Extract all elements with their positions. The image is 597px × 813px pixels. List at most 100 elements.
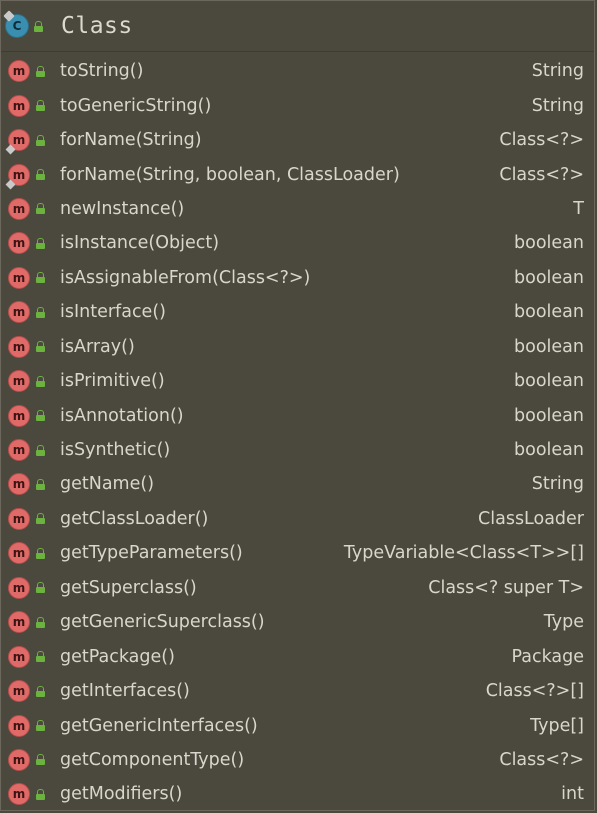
return-type: Class<?>: [499, 130, 584, 151]
method-row[interactable]: m isArray() boolean: [1, 330, 594, 364]
return-type: int: [561, 784, 584, 805]
method-icon: m: [8, 301, 30, 324]
method-row[interactable]: m getComponentType() Class<?>: [1, 743, 594, 777]
method-name: forName(String, boolean, ClassLoader): [60, 164, 400, 185]
method-row[interactable]: m getGenericSuperclass() Type: [1, 605, 594, 639]
method-name: isInstance(Object): [60, 233, 220, 254]
public-lock-icon: [36, 375, 45, 387]
method-icon: m: [8, 576, 30, 599]
method-icon: m: [8, 335, 30, 358]
method-name: getPackage(): [60, 646, 175, 667]
method-icon: m: [8, 507, 30, 530]
public-lock-icon: [36, 444, 45, 456]
method-icon-wrap: m: [8, 370, 30, 393]
public-lock-icon: [36, 788, 45, 800]
return-type: boolean: [514, 233, 584, 254]
method-row[interactable]: m getName() String: [1, 467, 594, 501]
method-name: getTypeParameters(): [60, 543, 243, 564]
public-lock-icon: [36, 720, 45, 732]
method-row[interactable]: m getGenericInterfaces() Type[]: [1, 708, 594, 742]
return-type: String: [531, 474, 584, 495]
method-row[interactable]: m forName(String) Class<?>: [1, 123, 594, 157]
return-type: Class<? super T>: [428, 577, 584, 598]
method-icon: m: [8, 542, 30, 565]
method-row[interactable]: m toGenericString() String: [1, 88, 594, 122]
method-icon-wrap: m: [8, 60, 30, 83]
method-name: isArray(): [60, 336, 135, 357]
method-row[interactable]: m getSuperclass() Class<? super T>: [1, 571, 594, 605]
method-icon-wrap: m: [8, 611, 30, 634]
method-name: isInterface(): [60, 302, 166, 323]
public-lock-icon: [36, 203, 45, 215]
method-icon: m: [8, 645, 30, 668]
method-row[interactable]: m newInstance() T: [1, 192, 594, 226]
public-lock-icon: [36, 410, 45, 422]
method-row[interactable]: m toString() String: [1, 54, 594, 88]
method-row[interactable]: m isInstance(Object) boolean: [1, 226, 594, 260]
method-row[interactable]: m isPrimitive() boolean: [1, 364, 594, 398]
method-row[interactable]: m forName(String, boolean, ClassLoader) Cl…: [1, 157, 594, 191]
method-row[interactable]: m getModifiers() int: [1, 777, 594, 811]
method-icon-wrap: m: [8, 404, 30, 427]
public-lock-icon: [36, 582, 45, 594]
method-name: getInterfaces(): [60, 681, 190, 702]
method-row[interactable]: m getPackage() Package: [1, 639, 594, 673]
return-type: boolean: [514, 267, 584, 288]
method-icon: m: [8, 197, 30, 220]
return-type: T: [573, 198, 584, 219]
method-row[interactable]: m getInterfaces() Class<?>[]: [1, 674, 594, 708]
method-name: getName(): [60, 474, 155, 495]
return-type: Class<?>[]: [485, 681, 584, 702]
method-name: getGenericInterfaces(): [60, 715, 258, 736]
method-icon-wrap: m: [8, 94, 30, 117]
method-icon: m: [8, 714, 30, 737]
return-type: String: [531, 95, 584, 116]
method-icon-wrap: m: [8, 714, 30, 737]
return-type: boolean: [514, 440, 584, 461]
public-lock-icon: [36, 685, 45, 697]
method-icon-wrap: m: [8, 301, 30, 324]
public-lock-icon: [36, 134, 45, 146]
method-name: getModifiers(): [60, 784, 183, 805]
class-header[interactable]: C Class: [1, 1, 594, 52]
return-type: TypeVariable<Class<T>>[]: [343, 543, 584, 564]
method-icon-wrap: m: [8, 576, 30, 599]
public-lock-icon: [36, 272, 45, 284]
method-name: newInstance(): [60, 198, 185, 219]
public-lock-icon: [36, 651, 45, 663]
method-name: getGenericSuperclass(): [60, 612, 265, 633]
method-row[interactable]: m isSynthetic() boolean: [1, 433, 594, 467]
method-name: isSynthetic(): [60, 440, 171, 461]
public-lock-icon: [36, 754, 45, 766]
method-icon-wrap: m: [8, 542, 30, 565]
method-name: getClassLoader(): [60, 508, 209, 529]
method-icon-wrap: m: [8, 197, 30, 220]
method-icon: m: [8, 232, 30, 255]
method-icon: m: [8, 748, 30, 771]
method-row[interactable]: m getTypeParameters() TypeVariable<Class<T…: [1, 536, 594, 570]
method-icon-wrap: m: [8, 783, 30, 806]
method-row[interactable]: m getClassLoader() ClassLoader: [1, 502, 594, 536]
method-name: forName(String): [60, 130, 202, 151]
public-lock-icon: [36, 100, 45, 112]
public-lock-icon: [36, 513, 45, 525]
method-icon-wrap: m: [5, 129, 30, 155]
return-type: boolean: [514, 336, 584, 357]
method-icon-wrap: m: [5, 163, 30, 189]
method-icon-wrap: m: [8, 507, 30, 530]
method-icon: m: [8, 60, 30, 83]
return-type: Class<?>: [499, 749, 584, 770]
class-icon-wrap: C: [3, 10, 29, 38]
public-lock-icon: [36, 341, 45, 353]
return-type: String: [531, 61, 584, 82]
method-name: getSuperclass(): [60, 577, 197, 598]
method-row[interactable]: m isAnnotation() boolean: [1, 398, 594, 432]
method-row[interactable]: m isAssignableFrom(Class<?>) boolean: [1, 261, 594, 295]
method-icon-wrap: m: [8, 266, 30, 289]
method-row[interactable]: m isInterface() boolean: [1, 295, 594, 329]
return-type: Type[]: [530, 715, 584, 736]
public-lock-icon: [36, 65, 45, 77]
class-title: Class: [61, 13, 133, 39]
method-icon: m: [8, 404, 30, 427]
public-lock-icon: [34, 20, 43, 32]
